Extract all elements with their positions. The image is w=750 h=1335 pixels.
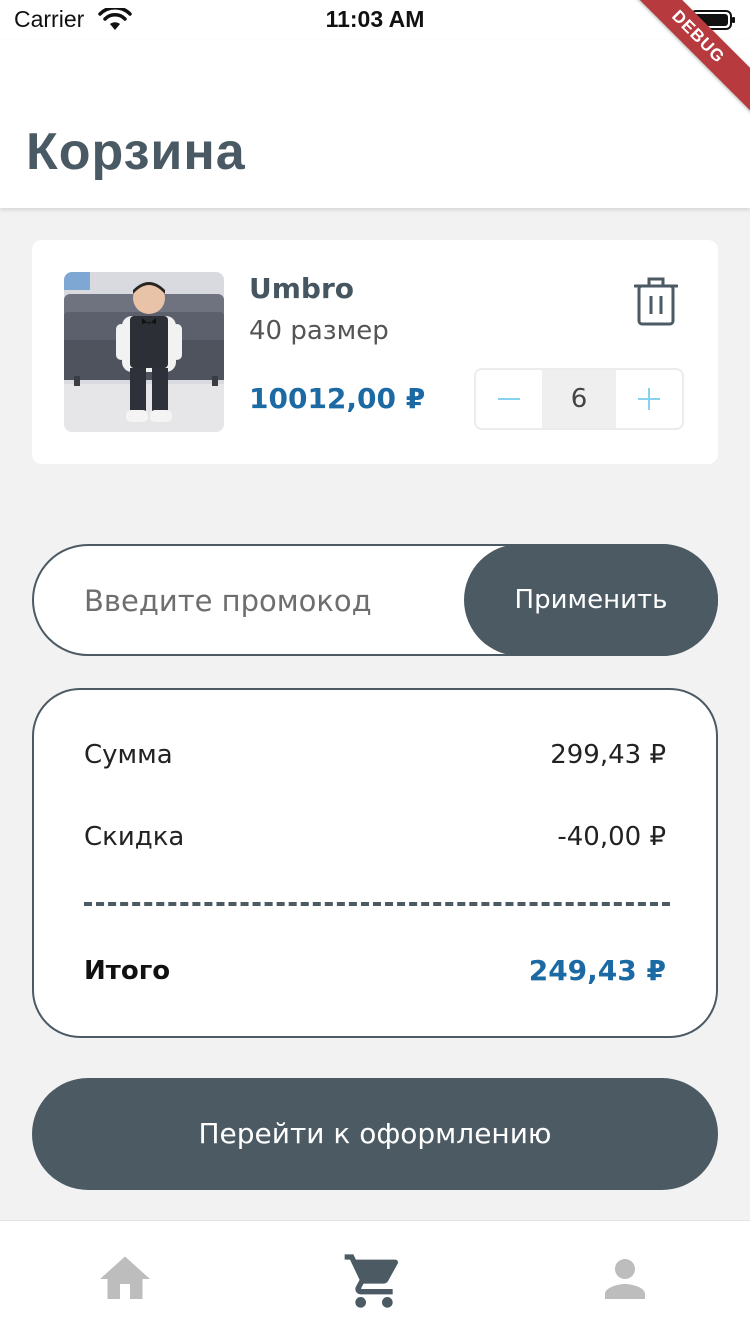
product-image[interactable] — [64, 272, 224, 432]
bottom-navigation — [0, 1220, 750, 1335]
product-photo-child-suit-icon — [64, 272, 224, 432]
quantity-value[interactable]: 6 — [542, 370, 616, 428]
nav-profile-tab[interactable] — [595, 1249, 655, 1309]
cart-icon — [344, 1254, 399, 1308]
status-bar: Carrier 11:03 AM — [0, 0, 750, 40]
app-bar: Корзина — [0, 40, 750, 208]
total-value: 249,43 ₽ — [528, 954, 666, 987]
product-price: 10012,00 ₽ — [249, 382, 426, 415]
apply-promo-button[interactable]: Применить — [464, 544, 718, 656]
increase-quantity-button[interactable] — [616, 370, 682, 428]
promo-code-field: Применить — [32, 544, 718, 656]
nav-cart-tab[interactable] — [342, 1249, 402, 1309]
order-summary: Сумма 299,43 ₽ Скидка -40,00 ₽ Итого 249… — [32, 688, 718, 1038]
decrease-quantity-button[interactable] — [476, 370, 542, 428]
profile-icon — [605, 1259, 645, 1299]
delete-item-button[interactable] — [633, 276, 679, 326]
product-brand: Umbro — [249, 272, 354, 305]
summary-divider — [84, 902, 670, 906]
sum-label: Сумма — [84, 740, 173, 770]
discount-label: Скидка — [84, 822, 185, 852]
sum-value: 299,43 ₽ — [550, 740, 666, 770]
home-icon — [100, 1256, 150, 1299]
minus-icon — [498, 398, 520, 400]
total-label: Итого — [84, 956, 171, 986]
nav-home-tab[interactable] — [95, 1249, 155, 1309]
plus-icon — [638, 388, 660, 410]
cart-item: Umbro 40 размер 10012,00 ₽ 6 — [32, 240, 718, 464]
page-title: Корзина — [26, 123, 246, 181]
promo-code-input[interactable] — [82, 572, 466, 630]
clock: 11:03 AM — [325, 6, 425, 32]
discount-value: -40,00 ₽ — [557, 822, 666, 852]
trash-icon — [633, 277, 679, 326]
product-size: 40 размер — [249, 316, 389, 346]
checkout-button[interactable]: Перейти к оформлению — [32, 1078, 718, 1190]
quantity-stepper: 6 — [474, 368, 684, 430]
